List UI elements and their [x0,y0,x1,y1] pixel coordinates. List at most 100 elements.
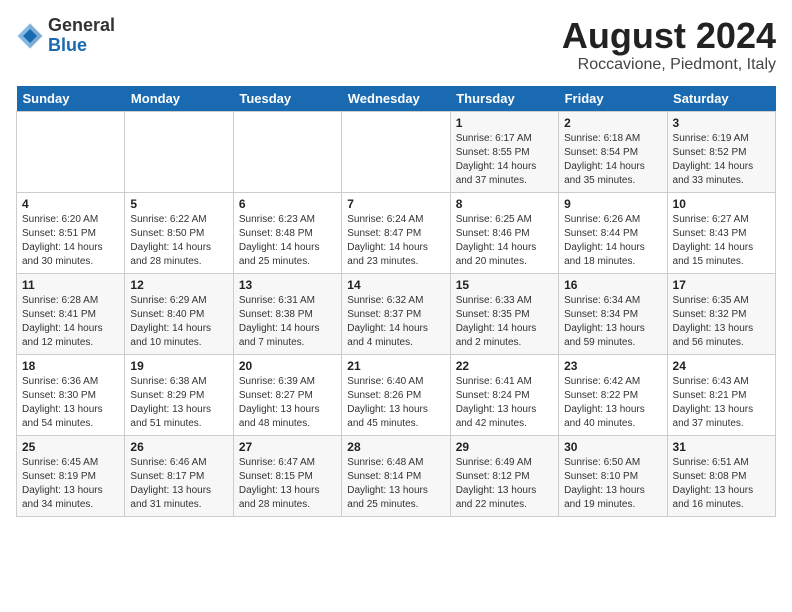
day-info: Sunrise: 6:28 AM Sunset: 8:41 PM Dayligh… [22,294,119,350]
calendar-cell: 5 Sunrise: 6:22 AM Sunset: 8:50 PM Daylig… [125,192,233,273]
calendar-body: 1 Sunrise: 6:17 AM Sunset: 8:55 PM Daylig… [17,111,776,516]
day-info: Sunrise: 6:47 AM Sunset: 8:15 PM Dayligh… [239,456,336,512]
page-header: General Blue August 2024 Roccavione, Pie… [16,16,776,74]
calendar-week-0: 1 Sunrise: 6:17 AM Sunset: 8:55 PM Daylig… [17,111,776,192]
calendar-cell: 22 Sunrise: 6:41 AM Sunset: 8:24 PM Dayli… [450,354,558,435]
day-header-tuesday: Tuesday [233,86,341,112]
day-info: Sunrise: 6:26 AM Sunset: 8:44 PM Dayligh… [564,213,661,269]
calendar-cell: 9Sunrise: 6:26 AM Sunset: 8:44 PM Daylig… [559,192,667,273]
day-number: 10 [673,197,770,211]
day-header-wednesday: Wednesday [342,86,450,112]
calendar-cell: 23 Sunrise: 6:42 AM Sunset: 8:22 PM Dayli… [559,354,667,435]
calendar-cell: 14 Sunrise: 6:32 AM Sunset: 8:37 PM Dayli… [342,273,450,354]
calendar-week-2: 11 Sunrise: 6:28 AM Sunset: 8:41 PM Dayli… [17,273,776,354]
calendar-cell: 18Sunrise: 6:36 AM Sunset: 8:30 PM Dayli… [17,354,125,435]
day-number: 31 [673,440,770,454]
day-number: 28 [347,440,444,454]
day-info: Sunrise: 6:19 AM Sunset: 8:52 PM Dayligh… [673,132,770,188]
calendar-cell: 31 Sunrise: 6:51 AM Sunset: 8:08 PM Dayli… [667,435,775,516]
day-number: 2 [564,116,661,130]
logo-general-text: General [48,15,115,35]
calendar-cell: 29Sunrise: 6:49 AM Sunset: 8:12 PM Dayli… [450,435,558,516]
day-number: 7 [347,197,444,211]
day-info: Sunrise: 6:25 AM Sunset: 8:46 PM Dayligh… [456,213,553,269]
calendar-cell: 28Sunrise: 6:48 AM Sunset: 8:14 PM Dayli… [342,435,450,516]
calendar-cell: 13Sunrise: 6:31 AM Sunset: 8:38 PM Dayli… [233,273,341,354]
calendar-week-1: 4Sunrise: 6:20 AM Sunset: 8:51 PM Daylig… [17,192,776,273]
day-number: 21 [347,359,444,373]
day-info: Sunrise: 6:38 AM Sunset: 8:29 PM Dayligh… [130,375,227,431]
calendar-week-3: 18Sunrise: 6:36 AM Sunset: 8:30 PM Dayli… [17,354,776,435]
day-number: 20 [239,359,336,373]
day-number: 19 [130,359,227,373]
day-header-row: SundayMondayTuesdayWednesdayThursdayFrid… [17,86,776,112]
day-info: Sunrise: 6:32 AM Sunset: 8:37 PM Dayligh… [347,294,444,350]
logo: General Blue [16,16,115,56]
day-number: 6 [239,197,336,211]
calendar-cell: 2 Sunrise: 6:18 AM Sunset: 8:54 PM Daylig… [559,111,667,192]
day-header-thursday: Thursday [450,86,558,112]
calendar-cell: 24Sunrise: 6:43 AM Sunset: 8:21 PM Dayli… [667,354,775,435]
calendar-cell: 7 Sunrise: 6:24 AM Sunset: 8:47 PM Daylig… [342,192,450,273]
title-block: August 2024 Roccavione, Piedmont, Italy [562,16,776,74]
day-info: Sunrise: 6:42 AM Sunset: 8:22 PM Dayligh… [564,375,661,431]
day-info: Sunrise: 6:40 AM Sunset: 8:26 PM Dayligh… [347,375,444,431]
calendar-cell: 1 Sunrise: 6:17 AM Sunset: 8:55 PM Daylig… [450,111,558,192]
day-number: 22 [456,359,553,373]
day-number: 30 [564,440,661,454]
day-number: 14 [347,278,444,292]
day-number: 29 [456,440,553,454]
calendar-cell: 8 Sunrise: 6:25 AM Sunset: 8:46 PM Daylig… [450,192,558,273]
day-info: Sunrise: 6:23 AM Sunset: 8:48 PM Dayligh… [239,213,336,269]
calendar-cell: 11 Sunrise: 6:28 AM Sunset: 8:41 PM Dayli… [17,273,125,354]
day-header-monday: Monday [125,86,233,112]
day-number: 1 [456,116,553,130]
calendar-cell: 19 Sunrise: 6:38 AM Sunset: 8:29 PM Dayli… [125,354,233,435]
calendar-cell [233,111,341,192]
day-info: Sunrise: 6:31 AM Sunset: 8:38 PM Dayligh… [239,294,336,350]
day-info: Sunrise: 6:34 AM Sunset: 8:34 PM Dayligh… [564,294,661,350]
day-info: Sunrise: 6:39 AM Sunset: 8:27 PM Dayligh… [239,375,336,431]
logo-icon [16,22,44,50]
location-text: Roccavione, Piedmont, Italy [562,56,776,74]
day-number: 5 [130,197,227,211]
day-number: 17 [673,278,770,292]
day-info: Sunrise: 6:18 AM Sunset: 8:54 PM Dayligh… [564,132,661,188]
day-info: Sunrise: 6:24 AM Sunset: 8:47 PM Dayligh… [347,213,444,269]
day-info: Sunrise: 6:41 AM Sunset: 8:24 PM Dayligh… [456,375,553,431]
day-number: 3 [673,116,770,130]
calendar-cell: 3 Sunrise: 6:19 AM Sunset: 8:52 PM Daylig… [667,111,775,192]
calendar-cell [342,111,450,192]
day-number: 23 [564,359,661,373]
day-number: 12 [130,278,227,292]
calendar-cell [125,111,233,192]
day-number: 11 [22,278,119,292]
day-info: Sunrise: 6:51 AM Sunset: 8:08 PM Dayligh… [673,456,770,512]
calendar-cell: 10 Sunrise: 6:27 AM Sunset: 8:43 PM Dayli… [667,192,775,273]
day-info: Sunrise: 6:46 AM Sunset: 8:17 PM Dayligh… [130,456,227,512]
calendar-cell: 27 Sunrise: 6:47 AM Sunset: 8:15 PM Dayli… [233,435,341,516]
day-info: Sunrise: 6:17 AM Sunset: 8:55 PM Dayligh… [456,132,553,188]
calendar-cell: 6 Sunrise: 6:23 AM Sunset: 8:48 PM Daylig… [233,192,341,273]
calendar-cell: 12Sunrise: 6:29 AM Sunset: 8:40 PM Dayli… [125,273,233,354]
calendar-cell: 15 Sunrise: 6:33 AM Sunset: 8:35 PM Dayli… [450,273,558,354]
day-info: Sunrise: 6:33 AM Sunset: 8:35 PM Dayligh… [456,294,553,350]
calendar-cell: 4Sunrise: 6:20 AM Sunset: 8:51 PM Daylig… [17,192,125,273]
month-title: August 2024 [562,16,776,56]
calendar-cell: 21 Sunrise: 6:40 AM Sunset: 8:26 PM Dayli… [342,354,450,435]
day-info: Sunrise: 6:36 AM Sunset: 8:30 PM Dayligh… [22,375,119,431]
day-header-sunday: Sunday [17,86,125,112]
day-number: 27 [239,440,336,454]
calendar-cell: 17Sunrise: 6:35 AM Sunset: 8:32 PM Dayli… [667,273,775,354]
day-number: 15 [456,278,553,292]
day-number: 24 [673,359,770,373]
calendar-week-4: 25Sunrise: 6:45 AM Sunset: 8:19 PM Dayli… [17,435,776,516]
calendar-header: SundayMondayTuesdayWednesdayThursdayFrid… [17,86,776,112]
day-number: 8 [456,197,553,211]
calendar-cell: 25Sunrise: 6:45 AM Sunset: 8:19 PM Dayli… [17,435,125,516]
day-info: Sunrise: 6:27 AM Sunset: 8:43 PM Dayligh… [673,213,770,269]
calendar-cell: 26Sunrise: 6:46 AM Sunset: 8:17 PM Dayli… [125,435,233,516]
day-info: Sunrise: 6:22 AM Sunset: 8:50 PM Dayligh… [130,213,227,269]
day-number: 4 [22,197,119,211]
day-header-friday: Friday [559,86,667,112]
